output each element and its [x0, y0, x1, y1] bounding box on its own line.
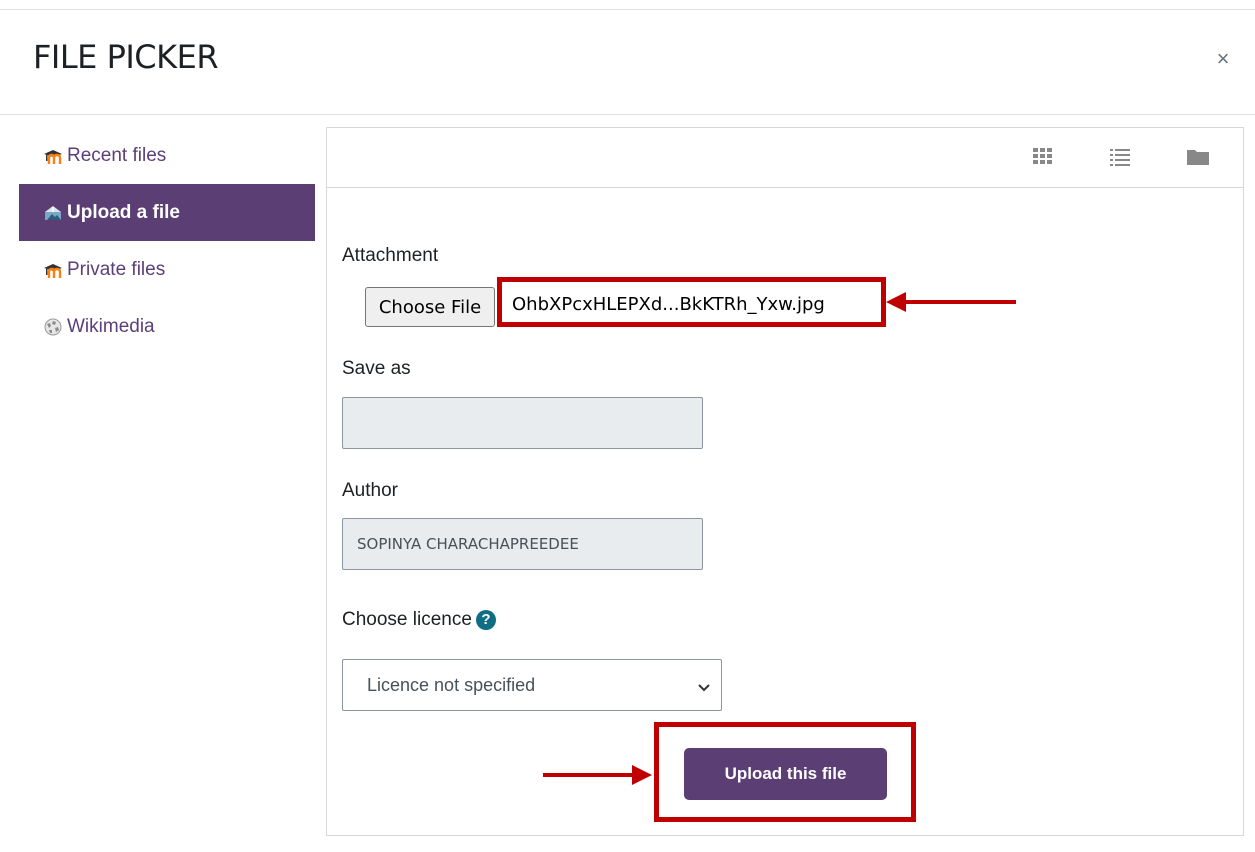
attachment-label: Attachment: [342, 245, 439, 266]
sidebar-item-recent-files[interactable]: Recent files: [19, 127, 315, 184]
arrow-right-icon: [543, 765, 652, 785]
list-view-icon[interactable]: [1109, 146, 1131, 168]
licence-select[interactable]: Licence not specified: [342, 659, 722, 711]
sidebar-item-label: Recent files: [67, 144, 167, 166]
dialog-title: FILE PICKER: [33, 38, 219, 76]
licence-label-row: Choose licence?: [342, 609, 496, 631]
file-name-highlight-box: [497, 277, 886, 327]
sidebar-item-upload-a-file[interactable]: Upload a file: [19, 184, 315, 241]
sidebar-item-label: Upload a file: [67, 201, 180, 223]
sidebar-item-wikimedia[interactable]: Wikimedia: [19, 298, 315, 355]
chevron-down-icon: [697, 678, 711, 699]
sidebar-item-label: Private files: [67, 258, 166, 280]
sidebar-item-label: Wikimedia: [67, 315, 155, 337]
choose-file-button[interactable]: Choose File: [365, 287, 495, 327]
author-input[interactable]: SOPINYA CHARACHAPREEDEE: [342, 518, 703, 570]
arrow-left-icon: [886, 292, 1016, 312]
folder-view-icon[interactable]: [1187, 146, 1209, 168]
wikimedia-icon: [43, 317, 63, 337]
close-button[interactable]: ×: [1212, 44, 1234, 74]
moodle-icon: [43, 260, 63, 280]
upload-icon: [43, 203, 63, 223]
author-label: Author: [342, 480, 398, 501]
save-as-label: Save as: [342, 358, 411, 379]
save-as-input[interactable]: [342, 397, 703, 449]
sidebar-item-private-files[interactable]: Private files: [19, 241, 315, 298]
header-divider: [0, 114, 1255, 115]
view-toolbar: [327, 128, 1243, 188]
licence-label: Choose licence: [342, 609, 472, 630]
repository-sidebar: Recent files Upload a file Private files: [19, 127, 315, 355]
top-divider: [0, 9, 1255, 10]
moodle-icon: [43, 146, 63, 166]
grid-view-icon[interactable]: [1032, 146, 1054, 168]
upload-button-highlight-box: [654, 722, 916, 822]
help-icon[interactable]: ?: [475, 610, 496, 630]
licence-selected-value: Licence not specified: [367, 674, 536, 695]
